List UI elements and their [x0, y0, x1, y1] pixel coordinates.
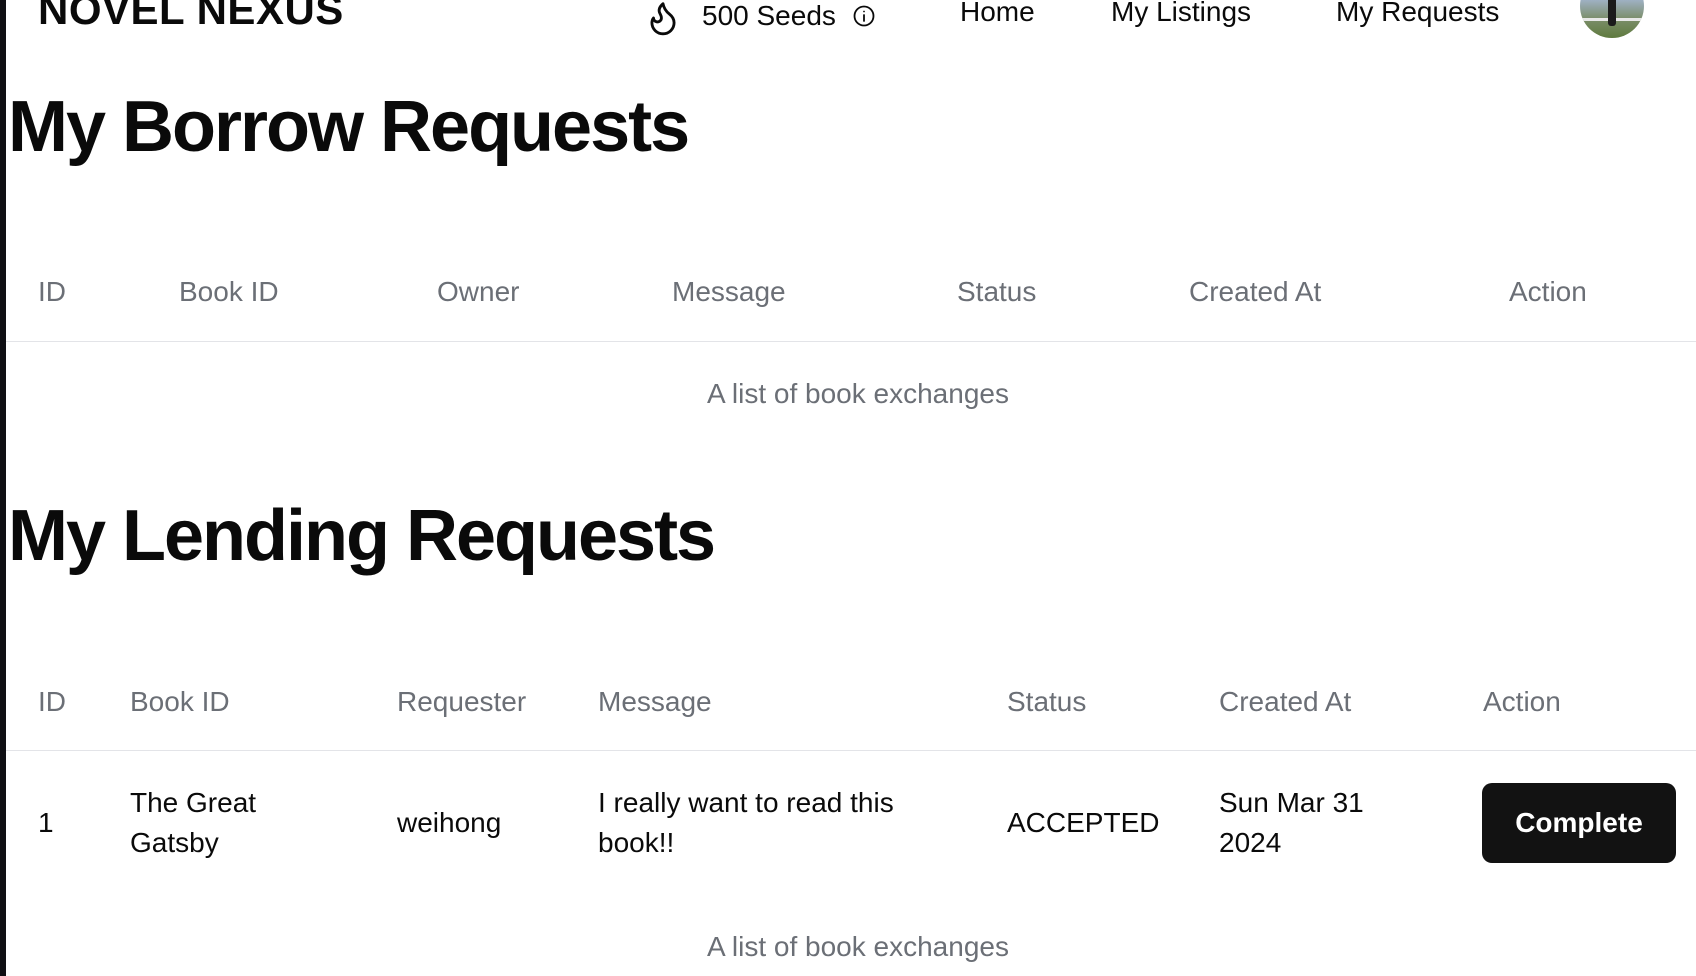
borrow-col-status: Status	[957, 276, 1037, 307]
lending-section-title: My Lending Requests	[8, 496, 716, 576]
complete-button[interactable]: Complete	[1482, 783, 1676, 863]
lending-row-status: ACCEPTED	[1007, 807, 1160, 838]
borrow-col-created-at: Created At	[1189, 276, 1322, 307]
window-edge	[0, 0, 6, 976]
lending-table-caption: A list of book exchanges	[707, 931, 1009, 962]
lending-row-id: 1	[38, 807, 54, 838]
seeds-balance: 500 Seeds	[644, 0, 876, 36]
lending-col-id: ID	[38, 686, 66, 717]
flame-icon	[650, 2, 676, 36]
page: NOVEL NEXUS 500 Seeds Home My Listings M…	[0, 0, 1696, 976]
nav-my-listings[interactable]: My Listings	[1111, 0, 1251, 28]
borrow-col-id: ID	[38, 276, 66, 307]
lending-col-action: Action	[1483, 686, 1561, 717]
borrow-col-book-id: Book ID	[179, 276, 279, 307]
seeds-label: 500 Seeds	[702, 0, 836, 31]
lending-row-book: The Great Gatsby	[130, 783, 256, 863]
user-avatar[interactable]	[1580, 0, 1644, 38]
lending-col-requester: Requester	[397, 686, 527, 717]
borrow-col-message: Message	[672, 276, 786, 307]
borrow-col-owner: Owner	[437, 276, 520, 307]
lending-row-message-line1: I really want to read this	[598, 787, 894, 818]
lending-row-message: I really want to read this book!!	[598, 783, 894, 863]
lending-col-status: Status	[1007, 686, 1087, 717]
lending-col-message: Message	[598, 686, 712, 717]
borrow-table-caption: A list of book exchanges	[707, 378, 1009, 409]
borrow-section-title: My Borrow Requests	[8, 87, 690, 167]
lending-header-divider	[6, 750, 1696, 751]
lending-row-created-at: Sun Mar 31 2024	[1219, 783, 1364, 863]
info-icon[interactable]	[852, 4, 876, 28]
lending-row-requester: weihong	[397, 807, 502, 838]
lending-row-book-line1: The Great	[130, 787, 257, 818]
borrow-col-action: Action	[1509, 276, 1587, 307]
brand-logo[interactable]: NOVEL NEXUS	[38, 0, 344, 34]
lending-row-created-line1: Sun Mar 31	[1219, 787, 1364, 818]
lending-col-created-at: Created At	[1219, 686, 1352, 717]
lending-row-book-line2: Gatsby	[130, 827, 219, 858]
lending-row-created-line2: 2024	[1219, 827, 1282, 858]
lending-col-book-id: Book ID	[130, 686, 230, 717]
borrow-header-divider	[6, 341, 1696, 342]
lending-row-message-line2: book!!	[598, 827, 675, 858]
nav-home[interactable]: Home	[960, 0, 1035, 28]
avatar-photo-figure	[1608, 0, 1616, 26]
nav-my-requests[interactable]: My Requests	[1336, 0, 1499, 28]
